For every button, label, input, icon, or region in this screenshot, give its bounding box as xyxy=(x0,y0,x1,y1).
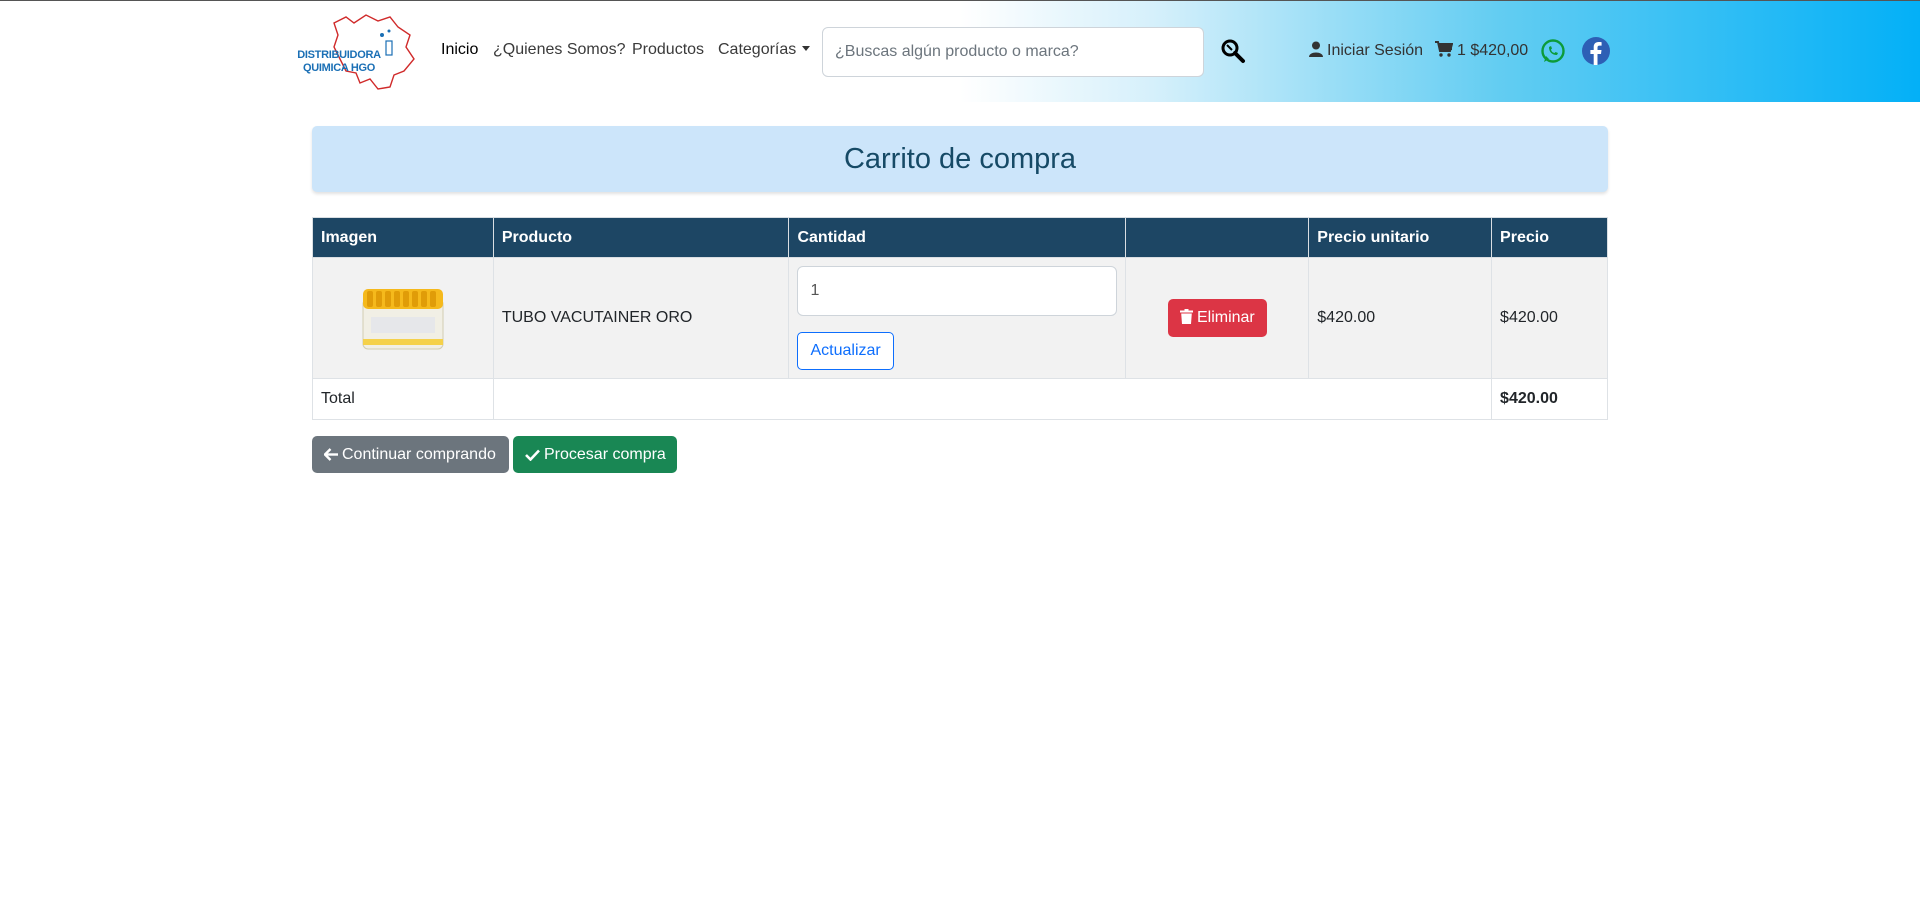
categorias-label: Categorías xyxy=(718,41,797,58)
login-label: Iniciar Sesión xyxy=(1327,42,1424,59)
dropdown-caret-icon xyxy=(802,46,811,51)
column-header-imagen: Imagen xyxy=(312,217,494,258)
search-input[interactable]: ¿Buscas algún producto o marca? xyxy=(822,27,1204,77)
quantity-input[interactable]: 1 xyxy=(797,266,1118,316)
column-header-precio: Precio xyxy=(1491,217,1608,258)
delete-cell: Eliminar xyxy=(1125,257,1310,379)
product-image[interactable] xyxy=(357,283,449,353)
column-header-producto: Producto xyxy=(492,217,790,258)
search-icon xyxy=(1221,39,1245,63)
delete-button[interactable]: Eliminar xyxy=(1167,299,1267,337)
arrow-left-icon xyxy=(324,448,338,461)
whatsapp-icon xyxy=(1541,39,1565,63)
line-price: $420.00 xyxy=(1491,257,1608,379)
column-header-cantidad: Cantidad xyxy=(788,217,1127,258)
top-navbar: DISTRIBUIDORA QUIMICA HGO Inicio ¿Quiene… xyxy=(0,1,1920,102)
whatsapp-link[interactable] xyxy=(1540,38,1566,64)
cart-icon xyxy=(1435,41,1453,57)
update-button[interactable]: Actualizar xyxy=(797,332,894,370)
nav-item-categorias[interactable]: Categorías xyxy=(718,41,811,59)
process-purchase-button[interactable]: Procesar compra xyxy=(513,436,677,473)
page-title-banner: Carrito de compra xyxy=(312,126,1608,192)
nav-item-inicio[interactable]: Inicio xyxy=(441,41,478,59)
column-header-precio-unitario: Precio unitario xyxy=(1308,217,1493,258)
continue-shopping-button[interactable]: Continuar comprando xyxy=(312,436,509,473)
cart-link[interactable]: 1 $420,00 xyxy=(1435,41,1528,60)
search-placeholder: ¿Buscas algún producto o marca? xyxy=(835,43,1079,60)
user-icon xyxy=(1309,41,1323,57)
nav-item-quienes-somos[interactable]: ¿Quienes Somos? xyxy=(493,41,626,59)
nav-item-productos[interactable]: Productos xyxy=(632,41,704,59)
process-label: Procesar compra xyxy=(544,446,666,463)
continue-label: Continuar comprando xyxy=(342,446,496,463)
total-row: Total $420.00 xyxy=(312,378,1608,420)
product-image-cell xyxy=(312,257,494,379)
trash-icon xyxy=(1179,309,1193,324)
column-header-actions xyxy=(1125,217,1310,258)
login-link[interactable]: Iniciar Sesión xyxy=(1309,41,1423,60)
search-button[interactable] xyxy=(1219,37,1247,65)
table-row: TUBO VACUTAINER ORO 1 Actualizar Elimina… xyxy=(312,257,1608,379)
delete-label: Eliminar xyxy=(1196,309,1255,326)
unit-price: $420.00 xyxy=(1308,257,1493,379)
total-value: $420.00 xyxy=(1491,378,1608,420)
quantity-value: 1 xyxy=(810,282,820,299)
product-name: TUBO VACUTAINER ORO xyxy=(492,257,790,379)
total-label: Total xyxy=(312,378,494,420)
facebook-link[interactable] xyxy=(1582,37,1610,65)
facebook-icon xyxy=(1582,37,1610,65)
quantity-cell: 1 Actualizar xyxy=(788,257,1127,379)
cart-summary: 1 $420,00 xyxy=(1457,42,1529,59)
total-spacer xyxy=(492,378,1493,420)
cart-table: Imagen Producto Cantidad Precio unitario… xyxy=(312,217,1608,420)
company-logo[interactable]: DISTRIBUIDORA QUIMICA HGO xyxy=(294,13,420,93)
check-icon xyxy=(525,449,540,461)
logo-text: DISTRIBUIDORA QUIMICA HGO xyxy=(297,49,381,74)
table-header-row: Imagen Producto Cantidad Precio unitario… xyxy=(312,217,1608,258)
page-title: Carrito de compra xyxy=(843,142,1077,175)
